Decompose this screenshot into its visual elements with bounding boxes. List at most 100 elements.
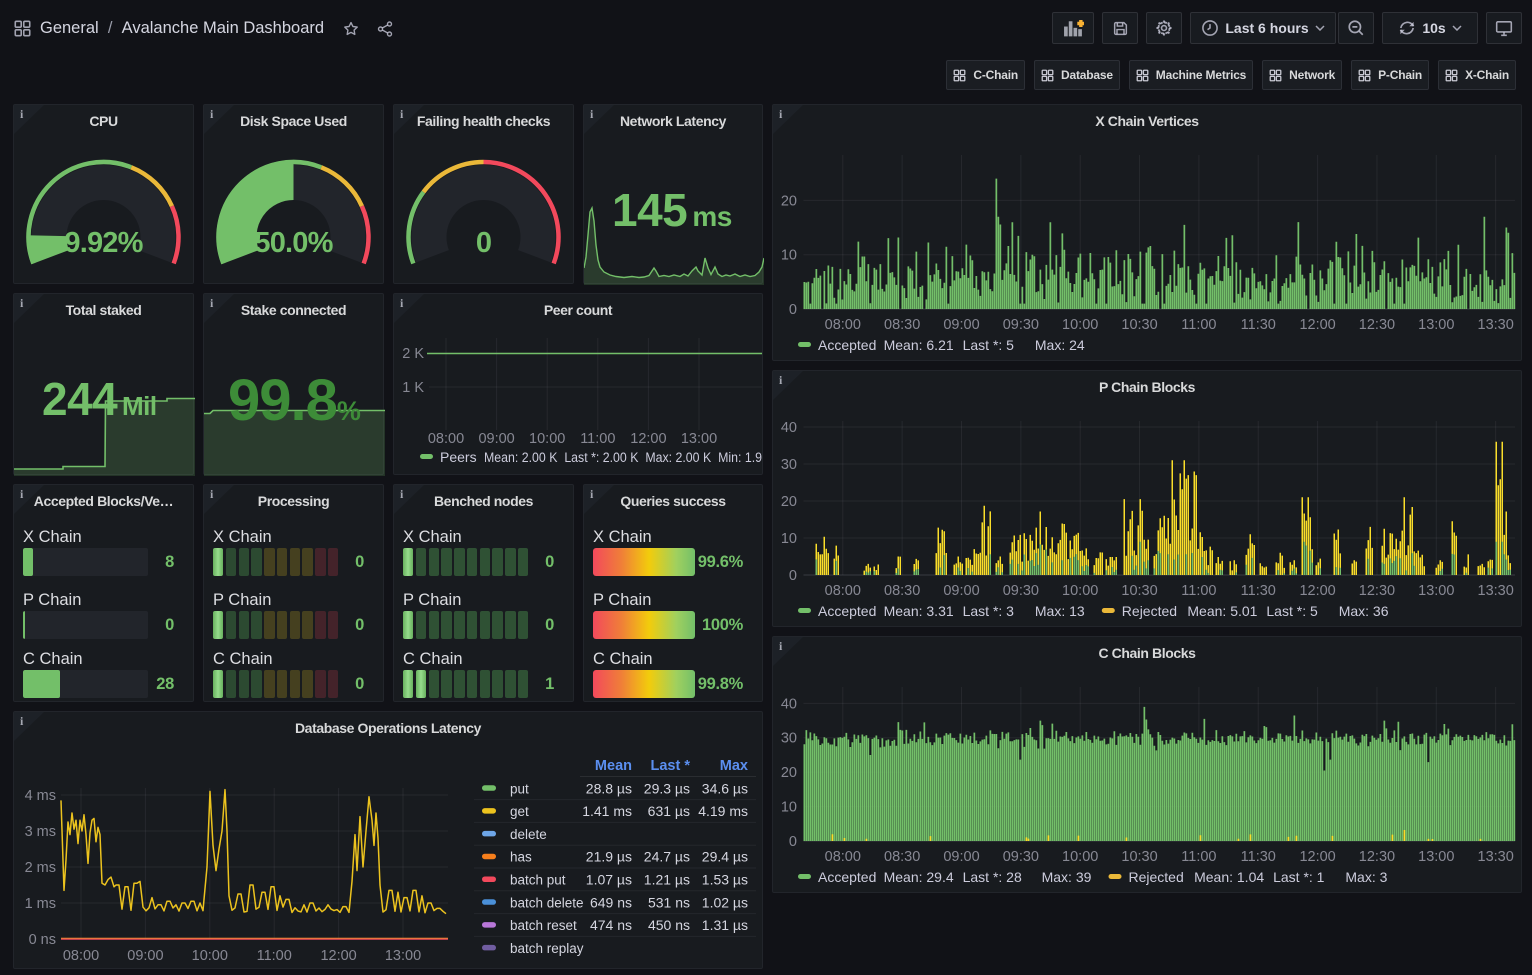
svg-text:get: get xyxy=(510,804,529,819)
svg-text:12:30: 12:30 xyxy=(1359,849,1395,865)
svg-text:Last *: 28: Last *: 28 xyxy=(963,869,1022,885)
svg-text:10:00: 10:00 xyxy=(192,948,228,964)
svg-text:11:00: 11:00 xyxy=(1181,849,1216,865)
svg-text:08:00: 08:00 xyxy=(825,583,861,599)
svg-text:10:00: 10:00 xyxy=(1062,317,1098,333)
svg-text:Rejected: Rejected xyxy=(1129,869,1184,885)
svg-text:09:00: 09:00 xyxy=(943,317,979,333)
svg-text:batch reset: batch reset xyxy=(510,918,577,933)
svg-text:10:00: 10:00 xyxy=(1062,583,1098,599)
svg-text:9.92%: 9.92% xyxy=(64,227,143,259)
svg-text:649 ns: 649 ns xyxy=(590,894,632,910)
svg-text:delete: delete xyxy=(510,827,547,842)
svg-text:batch put: batch put xyxy=(510,873,566,888)
svg-text:09:30: 09:30 xyxy=(1003,849,1039,865)
svg-text:Accepted: Accepted xyxy=(818,337,876,353)
svg-text:Max: 36: Max: 36 xyxy=(1339,603,1389,619)
svg-text:20: 20 xyxy=(781,494,797,510)
svg-text:20: 20 xyxy=(781,193,797,209)
svg-text:34.6 µs: 34.6 µs xyxy=(702,780,748,796)
svg-text:Last *: 5: Last *: 5 xyxy=(1266,603,1318,619)
svg-text:1 ms: 1 ms xyxy=(25,896,56,912)
svg-text:batch delete: batch delete xyxy=(510,895,584,910)
svg-text:29.4 µs: 29.4 µs xyxy=(702,849,748,865)
svg-text:10:00: 10:00 xyxy=(1062,849,1098,865)
svg-text:13:00: 13:00 xyxy=(681,431,717,447)
svg-text:11:00: 11:00 xyxy=(257,948,292,964)
svg-text:08:00: 08:00 xyxy=(825,849,861,865)
svg-text:10: 10 xyxy=(781,800,797,816)
svg-text:Max: 39: Max: 39 xyxy=(1042,869,1092,885)
svg-text:09:00: 09:00 xyxy=(127,948,163,964)
svg-text:1 K: 1 K xyxy=(402,380,424,396)
svg-text:13:00: 13:00 xyxy=(1418,317,1454,333)
svg-text:1.02 µs: 1.02 µs xyxy=(702,894,748,910)
svg-text:Peers: Peers xyxy=(440,449,477,465)
svg-text:0: 0 xyxy=(789,834,797,850)
svg-text:450 ns: 450 ns xyxy=(648,917,690,933)
svg-text:474 ns: 474 ns xyxy=(590,917,632,933)
svg-text:50.0%: 50.0% xyxy=(254,227,333,259)
svg-text:has: has xyxy=(510,850,532,865)
svg-text:1.53 µs: 1.53 µs xyxy=(702,872,748,888)
svg-text:2 K: 2 K xyxy=(402,346,424,362)
svg-text:09:30: 09:30 xyxy=(1003,583,1039,599)
svg-text:Mean: 29.4: Mean: 29.4 xyxy=(884,869,954,885)
svg-text:Mean: 3.31: Mean: 3.31 xyxy=(884,603,954,619)
svg-text:Mean: 2.00 K Last *: 2.00 K: Mean: 2.00 K Last *: 2.00 K Max: 2.00 K … xyxy=(484,450,762,465)
svg-text:Accepted: Accepted xyxy=(818,869,876,885)
svg-text:08:00: 08:00 xyxy=(63,948,99,964)
svg-text:Last *: Last * xyxy=(651,758,691,774)
svg-text:09:00: 09:00 xyxy=(943,849,979,865)
svg-text:10:30: 10:30 xyxy=(1121,317,1157,333)
svg-text:4.19 ms: 4.19 ms xyxy=(698,803,748,819)
svg-text:13:00: 13:00 xyxy=(385,948,421,964)
svg-text:put: put xyxy=(510,781,529,796)
svg-text:10:00: 10:00 xyxy=(529,431,565,447)
svg-text:08:30: 08:30 xyxy=(884,317,920,333)
svg-text:12:00: 12:00 xyxy=(1299,583,1335,599)
svg-text:09:30: 09:30 xyxy=(1003,317,1039,333)
svg-text:batch replay: batch replay xyxy=(510,941,584,956)
svg-text:08:30: 08:30 xyxy=(884,849,920,865)
svg-text:Mean: Mean xyxy=(595,758,632,774)
svg-text:3 ms: 3 ms xyxy=(25,824,56,840)
svg-text:28.8 µs: 28.8 µs xyxy=(586,780,632,796)
svg-text:1.21 µs: 1.21 µs xyxy=(644,872,690,888)
svg-text:20: 20 xyxy=(781,765,797,781)
svg-text:1.41 ms: 1.41 ms xyxy=(582,803,632,819)
svg-text:11:00: 11:00 xyxy=(1181,583,1216,599)
svg-text:12:30: 12:30 xyxy=(1359,317,1395,333)
svg-text:1.07 µs: 1.07 µs xyxy=(586,872,632,888)
svg-text:40: 40 xyxy=(781,696,797,712)
svg-text:Max: 3: Max: 3 xyxy=(1345,869,1387,885)
svg-text:Max: Max xyxy=(720,758,748,774)
svg-text:Rejected: Rejected xyxy=(1122,603,1177,619)
svg-text:Max: 24: Max: 24 xyxy=(1035,337,1085,353)
svg-text:Last *: 5: Last *: 5 xyxy=(963,337,1015,353)
svg-text:0: 0 xyxy=(476,227,491,259)
svg-text:10: 10 xyxy=(781,248,797,264)
svg-text:Accepted: Accepted xyxy=(818,603,876,619)
svg-text:29.3 µs: 29.3 µs xyxy=(644,780,690,796)
svg-text:30: 30 xyxy=(781,457,797,473)
svg-text:13:00: 13:00 xyxy=(1418,849,1454,865)
svg-text:12:00: 12:00 xyxy=(630,431,666,447)
svg-text:10:30: 10:30 xyxy=(1121,849,1157,865)
svg-text:24.7 µs: 24.7 µs xyxy=(644,849,690,865)
svg-text:13:30: 13:30 xyxy=(1478,583,1514,599)
svg-text:Last *: 3: Last *: 3 xyxy=(963,603,1015,619)
svg-text:30: 30 xyxy=(781,731,797,747)
svg-text:12:00: 12:00 xyxy=(1299,317,1335,333)
svg-text:13:30: 13:30 xyxy=(1478,849,1514,865)
svg-text:08:30: 08:30 xyxy=(884,583,920,599)
svg-text:13:00: 13:00 xyxy=(1418,583,1454,599)
svg-text:Max: 13: Max: 13 xyxy=(1035,603,1085,619)
svg-text:11:30: 11:30 xyxy=(1241,849,1276,865)
svg-text:4 ms: 4 ms xyxy=(25,788,56,804)
svg-text:631 µs: 631 µs xyxy=(648,803,690,819)
svg-text:0 ns: 0 ns xyxy=(29,932,56,948)
svg-text:10: 10 xyxy=(781,531,797,547)
svg-text:10:30: 10:30 xyxy=(1121,583,1157,599)
svg-text:0: 0 xyxy=(789,302,797,318)
